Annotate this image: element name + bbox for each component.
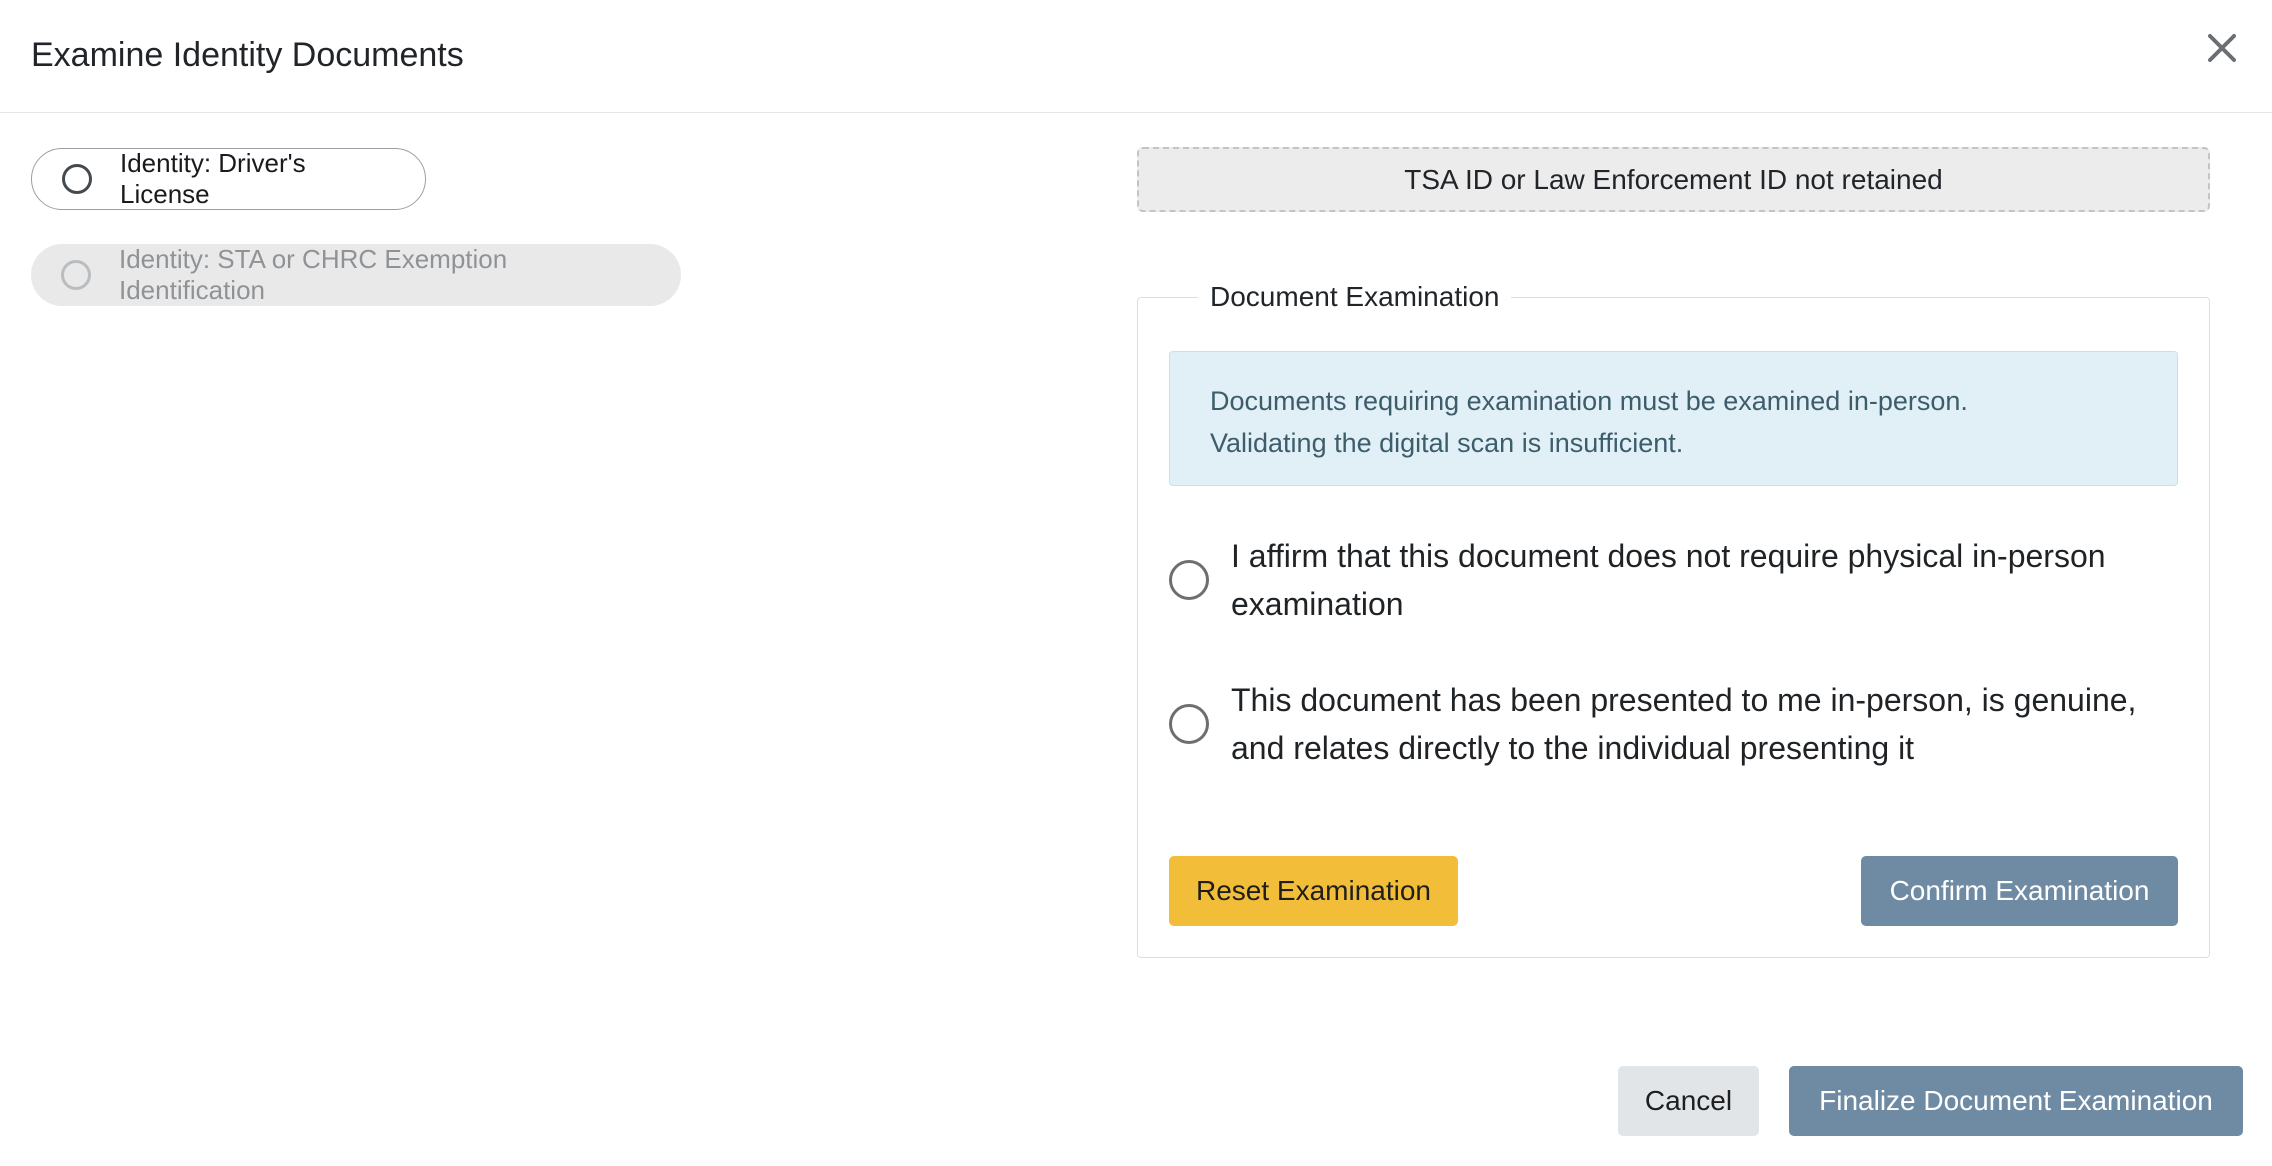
- info-alert-line-1: Documents requiring examination must be …: [1210, 386, 1968, 416]
- modal-title: Examine Identity Documents: [31, 36, 464, 74]
- option-label: This document has been presented to me i…: [1231, 682, 2137, 766]
- confirm-examination-button[interactable]: Confirm Examination: [1861, 856, 2178, 926]
- cancel-button[interactable]: Cancel: [1618, 1066, 1759, 1136]
- radio-icon[interactable]: [1169, 704, 1209, 744]
- close-button[interactable]: [2200, 26, 2244, 70]
- close-icon: [2208, 34, 2236, 62]
- document-option-label: Identity: STA or CHRC Exemption Identifi…: [119, 244, 508, 305]
- document-option-sta-chrc: Identity: STA or CHRC Exemption Identifi…: [31, 244, 681, 306]
- info-alert-line-2: Validating the digital scan is insuffici…: [1210, 428, 1684, 458]
- option-label: I affirm that this document does not req…: [1231, 538, 2106, 622]
- radio-icon[interactable]: [1169, 560, 1209, 600]
- retained-notice-text: TSA ID or Law Enforcement ID not retaine…: [1404, 163, 1943, 195]
- retained-notice: TSA ID or Law Enforcement ID not retaine…: [1137, 147, 2210, 212]
- radio-icon: [61, 260, 91, 290]
- reset-examination-button[interactable]: Reset Examination: [1169, 856, 1458, 926]
- modal-header: Examine Identity Documents: [0, 0, 2272, 113]
- finalize-examination-button[interactable]: Finalize Document Examination: [1789, 1066, 2243, 1136]
- radio-icon[interactable]: [62, 164, 92, 194]
- fieldset-legend: Document Examination: [1198, 278, 1512, 316]
- presented-in-person-option[interactable]: This document has been presented to me i…: [1169, 676, 2169, 772]
- document-option-drivers-license[interactable]: Identity: Driver's License: [31, 148, 426, 210]
- info-alert: Documents requiring examination must be …: [1169, 351, 2178, 486]
- examine-documents-modal: Examine Identity Documents Identity: Dri…: [0, 0, 2272, 1166]
- affirm-no-exam-option[interactable]: I affirm that this document does not req…: [1169, 532, 2169, 628]
- document-examination-fieldset: Document Examination Documents requiring…: [1137, 278, 2210, 958]
- document-option-label: Identity: Driver's License: [120, 148, 306, 209]
